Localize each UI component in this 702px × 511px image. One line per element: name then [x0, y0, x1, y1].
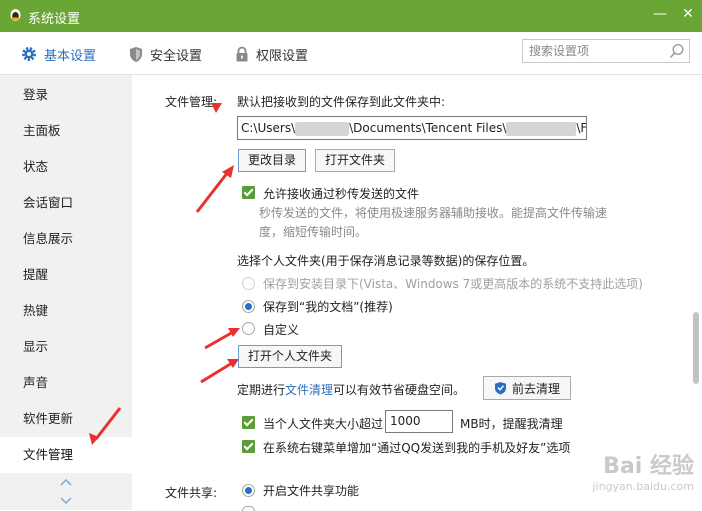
- redacted-username: [295, 121, 350, 136]
- tab-label: 基本设置: [44, 48, 97, 64]
- shield-icon: [494, 382, 506, 395]
- path-part: \Documents\Tencent Files\: [349, 121, 507, 135]
- sidebar: 登录 主面板 状态 会话窗口 信息展示 提醒 热键 显示 声音 软件更新 文件管…: [0, 75, 132, 510]
- size-limit-checkbox[interactable]: [242, 416, 255, 429]
- watermark-text: Bai 经验: [603, 454, 694, 479]
- sidebar-item-status[interactable]: 状态: [0, 149, 132, 185]
- context-menu-checkbox[interactable]: [242, 440, 255, 453]
- redacted-account: [506, 121, 577, 136]
- tab-permission-settings[interactable]: 权限设置: [234, 44, 308, 64]
- annotation-arrow: [195, 171, 230, 213]
- scrollbar-thumb[interactable]: [693, 312, 699, 384]
- sidebar-item-login[interactable]: 登录: [0, 77, 132, 113]
- sidebar-item-display[interactable]: 显示: [0, 329, 132, 365]
- lock-icon: [236, 46, 248, 61]
- close-button[interactable]: ✕: [676, 6, 700, 22]
- title-bar: [0, 0, 702, 32]
- radio-install-directory[interactable]: [242, 277, 255, 290]
- shield-icon: [130, 46, 142, 62]
- search-input[interactable]: [529, 42, 659, 60]
- sidebar-item-sound[interactable]: 声音: [0, 365, 132, 401]
- annotation-arrow: [204, 330, 234, 350]
- gear-icon: [22, 47, 36, 61]
- open-folder-button[interactable]: 打开文件夹: [315, 149, 395, 172]
- radio-partial[interactable]: [242, 506, 255, 511]
- cleanup-prefix: 定期进行: [237, 383, 286, 397]
- search-box[interactable]: [522, 39, 690, 63]
- minimize-button[interactable]: —: [648, 6, 672, 22]
- radio-my-documents[interactable]: [242, 300, 255, 313]
- radio-my-documents-label: 保存到“我的文档”(推荐): [263, 300, 393, 314]
- sidebar-item-info-display[interactable]: 信息展示: [0, 221, 132, 257]
- go-cleanup-button[interactable]: 前去清理: [483, 376, 571, 400]
- tab-label: 权限设置: [256, 48, 309, 64]
- qq-app-icon: [10, 9, 21, 21]
- radio-custom[interactable]: [242, 322, 255, 335]
- file-share-section-label: 文件共享:: [165, 486, 218, 500]
- instant-transfer-hint: 秒传发送的文件，将使用极速服务器辅助接收。能提高文件传输速度，缩短传输时间。: [259, 206, 608, 239]
- file-management-section-label: 文件管理:: [165, 95, 218, 109]
- allow-instant-transfer-checkbox[interactable]: [242, 186, 255, 199]
- open-personal-folder-button[interactable]: 打开个人文件夹: [238, 345, 342, 368]
- save-location-description: 默认把接收到的文件保存到此文件夹中:: [237, 95, 446, 109]
- download-path-field[interactable]: C:\Users\ \Documents\Tencent Files\ \File: [237, 116, 587, 140]
- sidebar-item-main-panel[interactable]: 主面板: [0, 113, 132, 149]
- change-directory-button[interactable]: 更改目录: [238, 149, 306, 172]
- tab-basic-settings[interactable]: 基本设置: [20, 44, 96, 64]
- sidebar-item-software-update[interactable]: 软件更新: [0, 401, 132, 437]
- window-title: 系统设置: [28, 12, 81, 27]
- radio-enable-file-share[interactable]: [242, 484, 255, 497]
- scrollbar-track[interactable]: [690, 75, 702, 510]
- sidebar-item-file-management[interactable]: 文件管理: [0, 437, 132, 473]
- search-icon[interactable]: [669, 43, 685, 59]
- personal-folder-description: 选择个人文件夹(用于保存消息记录等数据)的保存位置。: [237, 254, 535, 268]
- path-part: C:\Users\: [241, 121, 296, 135]
- size-limit-suffix: MB时，提醒我清理: [460, 417, 563, 431]
- sidebar-item-hotkey[interactable]: 热键: [0, 293, 132, 329]
- go-cleanup-label: 前去清理: [511, 381, 560, 396]
- sidebar-item-reminder[interactable]: 提醒: [0, 257, 132, 293]
- sidebar-item-chat-window[interactable]: 会话窗口: [0, 185, 132, 221]
- annotation-arrow: [200, 361, 233, 384]
- tab-security-settings[interactable]: 安全设置: [128, 44, 202, 64]
- annotation-arrowhead: [222, 165, 234, 178]
- cleanup-suffix: 可以有效节省硬盘空间。: [333, 383, 466, 397]
- allow-instant-transfer-label: 允许接收通过秒传发送的文件: [263, 187, 420, 201]
- file-cleanup-link[interactable]: 文件清理: [285, 383, 333, 397]
- path-part: \File: [576, 121, 587, 135]
- tab-label: 安全设置: [150, 48, 203, 64]
- baidu-watermark: Bai 经验 jingyan.baidu.com: [560, 448, 700, 508]
- radio-install-directory-label: 保存到安装目录下(Vista、Windows 7或更高版本的系统不支持此选项): [263, 277, 643, 291]
- sidebar-scroll-chevrons-icon[interactable]: [58, 477, 74, 507]
- watermark-subtext: jingyan.baidu.com: [592, 480, 694, 493]
- context-menu-label: 在系统右键菜单增加“通过QQ发送到我的手机及好友”选项: [263, 441, 571, 455]
- size-limit-input[interactable]: 1000: [385, 410, 453, 433]
- radio-custom-label: 自定义: [263, 323, 300, 337]
- size-limit-prefix: 当个人文件夹大小超过: [263, 417, 384, 431]
- enable-file-share-label: 开启文件共享功能: [263, 484, 360, 498]
- annotation-arrowhead: [228, 328, 240, 337]
- cleanup-description: 定期进行文件清理可以有效节省硬盘空间。: [237, 381, 465, 398]
